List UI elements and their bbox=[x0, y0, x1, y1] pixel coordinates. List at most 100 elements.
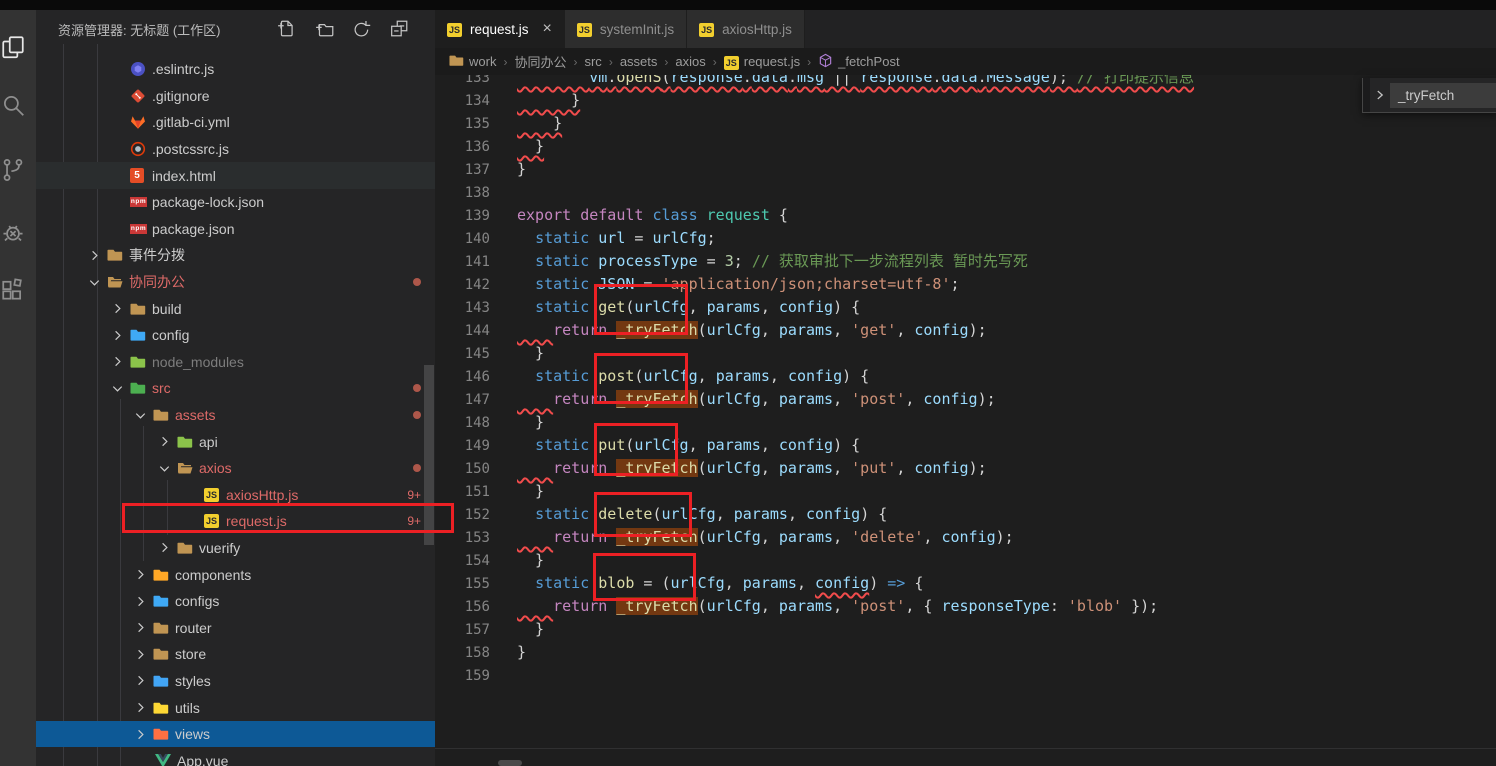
tab-request.js[interactable]: JS request.js × bbox=[435, 10, 565, 48]
breadcrumb-item-_fetchPost[interactable]: _fetchPost bbox=[818, 53, 900, 71]
search-icon[interactable] bbox=[0, 92, 26, 118]
extensions-icon[interactable] bbox=[0, 277, 26, 303]
chevron-down-icon[interactable] bbox=[87, 274, 107, 290]
breadcrumb-item-assets[interactable]: assets bbox=[620, 54, 658, 69]
chevron-right-icon[interactable] bbox=[110, 354, 130, 370]
explorer-icon[interactable] bbox=[0, 34, 26, 60]
tree-item-node_modules[interactable]: node_modules bbox=[36, 349, 435, 376]
js-file-icon: JS bbox=[699, 23, 715, 37]
line-number: 150 bbox=[464, 461, 490, 477]
chevron-right-icon[interactable] bbox=[133, 593, 153, 609]
tree-item-index.html[interactable]: 5 index.html bbox=[36, 162, 435, 189]
tree-item-src[interactable]: src bbox=[36, 375, 435, 402]
tree-item-label: views bbox=[175, 726, 211, 743]
chevron-right-icon[interactable] bbox=[157, 434, 177, 450]
find-input[interactable]: _tryFetch bbox=[1390, 82, 1496, 108]
breadcrumb-item-协同办公[interactable]: 协同办公 bbox=[514, 52, 566, 71]
chevron-down-icon[interactable] bbox=[110, 380, 130, 396]
code-line-157: 157 } bbox=[435, 618, 1496, 641]
breadcrumb-separator-icon: › bbox=[664, 54, 669, 69]
code-editor[interactable]: 133 vm.openS(response.data.msg || respon… bbox=[435, 75, 1496, 748]
line-number: 157 bbox=[464, 622, 490, 638]
tree-item-label: configs bbox=[175, 593, 220, 610]
chevron-right-icon[interactable] bbox=[157, 540, 177, 556]
tree-item-store[interactable]: store bbox=[36, 641, 435, 668]
breadcrumb-item-work[interactable]: work bbox=[449, 53, 496, 71]
debug-icon[interactable] bbox=[0, 219, 26, 245]
code-line-133: 133 vm.openS(response.data.msg || respon… bbox=[435, 75, 1496, 89]
breadcrumb-item-axios[interactable]: axios bbox=[675, 54, 705, 69]
chevron-right-icon[interactable] bbox=[110, 327, 130, 343]
tree-item-.gitignore[interactable]: .gitignore bbox=[36, 83, 435, 110]
find-widget-sash[interactable] bbox=[1363, 78, 1370, 112]
tree-item-configs[interactable]: configs bbox=[36, 588, 435, 615]
chevron-right-icon[interactable] bbox=[133, 700, 153, 716]
tree-item-axios[interactable]: axios bbox=[36, 455, 435, 482]
postcss-icon bbox=[130, 141, 152, 157]
chevron-down-icon[interactable] bbox=[157, 460, 177, 476]
tree-item-.eslintrc.js[interactable]: .eslintrc.js bbox=[36, 56, 435, 83]
line-number: 136 bbox=[464, 139, 490, 155]
code-line-content: static blob = (urlCfg, params, config) =… bbox=[535, 574, 924, 592]
new-folder-button[interactable] bbox=[315, 19, 334, 38]
tree-item-views[interactable]: views bbox=[36, 720, 435, 748]
code-line-159: 159 bbox=[435, 664, 1496, 687]
code-line-141: 141 static processType = 3; // 获取审批下一步流程… bbox=[435, 250, 1496, 273]
tree-item-协同办公[interactable]: 协同办公 bbox=[36, 269, 435, 296]
horizontal-scrollbar-thumb[interactable] bbox=[498, 760, 522, 766]
tree-item-components[interactable]: components bbox=[36, 561, 435, 588]
tree-item-.gitlab-ci.yml[interactable]: .gitlab-ci.yml bbox=[36, 109, 435, 136]
tab-systemInit.js[interactable]: JS systemInit.js bbox=[564, 10, 688, 48]
source-control-icon[interactable] bbox=[0, 157, 26, 183]
code-line-138: 138 bbox=[435, 181, 1496, 204]
folder-icon bbox=[107, 247, 129, 263]
refresh-button[interactable] bbox=[352, 19, 371, 38]
code-line-135: 135 } bbox=[435, 112, 1496, 135]
collapse-all-button[interactable] bbox=[390, 19, 409, 38]
tab-label: request.js bbox=[470, 21, 529, 37]
tab-axiosHttp.js[interactable]: JS axiosHttp.js bbox=[687, 10, 805, 48]
tree-item-build[interactable]: build bbox=[36, 295, 435, 322]
eslint-icon bbox=[130, 61, 152, 77]
tree-item-config[interactable]: config bbox=[36, 322, 435, 349]
breadcrumb-item-src[interactable]: src bbox=[584, 54, 601, 69]
breadcrumb-label: axios bbox=[675, 54, 706, 69]
tree-item-label: .postcssrc.js bbox=[152, 141, 230, 158]
chevron-right-icon[interactable] bbox=[133, 726, 153, 742]
tree-item-App.vue[interactable]: App.vue bbox=[36, 747, 435, 766]
tree-item-assets[interactable]: assets bbox=[36, 402, 435, 429]
chevron-right-icon[interactable] bbox=[133, 646, 153, 662]
chevron-right-icon[interactable] bbox=[133, 567, 153, 583]
tree-item-label: store bbox=[175, 646, 207, 663]
line-number: 149 bbox=[464, 438, 490, 454]
line-number: 142 bbox=[464, 277, 490, 293]
close-tab-icon[interactable]: × bbox=[543, 21, 552, 37]
tree-item-package-lock.json[interactable]: npm package-lock.json bbox=[36, 189, 435, 216]
breadcrumb-item-request.js[interactable]: JS request.js bbox=[723, 54, 800, 70]
breadcrumb-separator-icon: › bbox=[573, 54, 578, 69]
chevron-right-icon[interactable] bbox=[87, 247, 107, 263]
code-line-140: 140 static url = urlCfg; bbox=[435, 227, 1496, 250]
chevron-right-icon[interactable] bbox=[133, 673, 153, 689]
tree-item-vuerify[interactable]: vuerify bbox=[36, 535, 435, 562]
annotation-request-js-box bbox=[122, 503, 454, 533]
tree-item-package.json[interactable]: npm package.json bbox=[36, 216, 435, 243]
toggle-replace-chevron-icon[interactable] bbox=[1370, 78, 1390, 112]
chevron-right-icon[interactable] bbox=[133, 620, 153, 636]
tree-item-utils[interactable]: utils bbox=[36, 694, 435, 721]
code-line-content: return _tryFetch(urlCfg, params, 'post',… bbox=[553, 390, 996, 408]
tree-item-styles[interactable]: styles bbox=[36, 668, 435, 695]
tree-item-label: node_modules bbox=[152, 353, 244, 370]
chevron-down-icon[interactable] bbox=[133, 407, 153, 423]
code-line-content: return _tryFetch(urlCfg, params, 'delete… bbox=[553, 528, 1014, 546]
tree-item-api[interactable]: api bbox=[36, 428, 435, 455]
tree-item-.postcssrc.js[interactable]: .postcssrc.js bbox=[36, 136, 435, 163]
new-file-button[interactable] bbox=[277, 19, 296, 38]
code-line-137: 137} bbox=[435, 158, 1496, 181]
folder-icon bbox=[130, 380, 152, 396]
line-number: 148 bbox=[464, 415, 490, 431]
tree-item-事件分拨[interactable]: 事件分拨 bbox=[36, 242, 435, 269]
line-number: 158 bbox=[464, 645, 490, 661]
chevron-right-icon[interactable] bbox=[110, 301, 130, 317]
tree-item-router[interactable]: router bbox=[36, 614, 435, 641]
